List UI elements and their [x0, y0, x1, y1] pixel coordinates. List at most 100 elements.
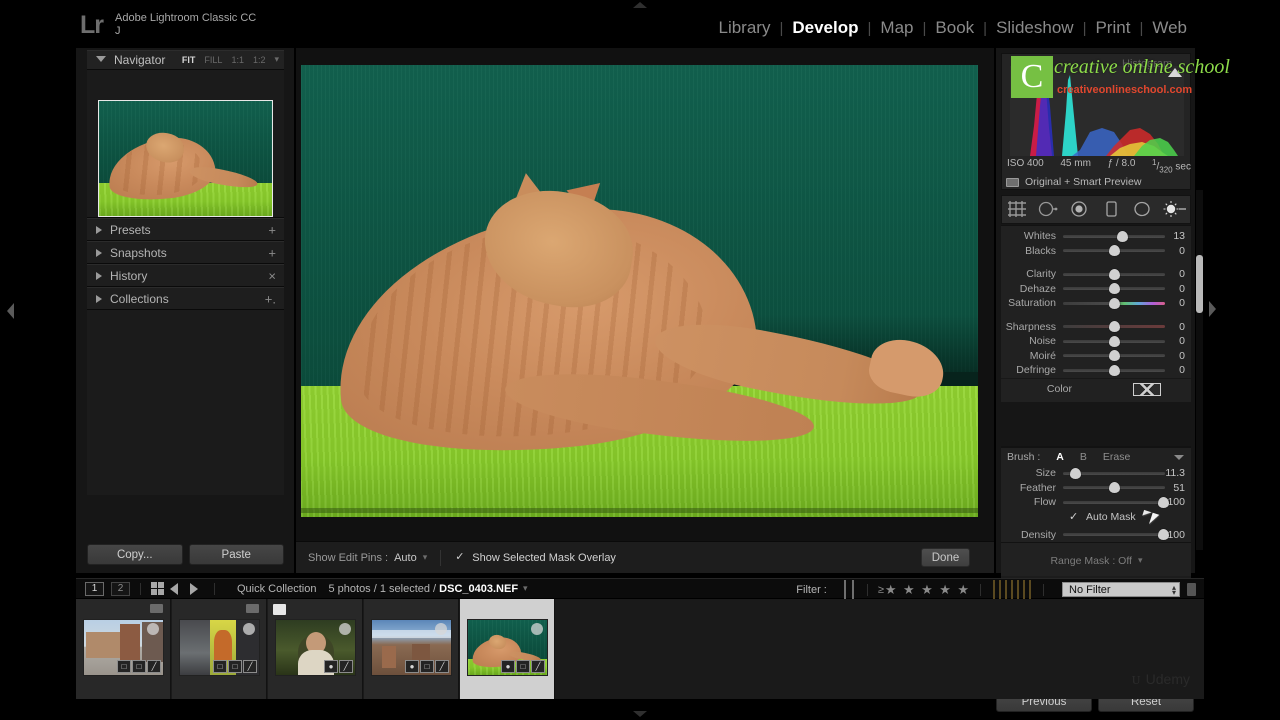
whites-track[interactable] — [1063, 230, 1165, 242]
brush-option-b[interactable]: B — [1080, 451, 1087, 463]
brush-dropdown-icon[interactable] — [1174, 455, 1184, 460]
mask-overlay-checkbox[interactable]: ✓ — [455, 552, 466, 563]
zoom-fill[interactable]: FILL — [204, 55, 222, 65]
module-library[interactable]: Library — [710, 18, 780, 38]
zoom-1-1[interactable]: 1:1 — [231, 55, 244, 65]
slider-row-feather[interactable]: Feather 51 — [1001, 481, 1191, 496]
chevron-right-icon[interactable] — [96, 294, 102, 303]
sidebar-item-snapshots[interactable]: Snapshots + — [87, 241, 284, 264]
clarity-value[interactable]: 0 — [1165, 268, 1191, 280]
develop-badge-icon[interactable]: ╱ — [339, 660, 353, 673]
color-swatch[interactable] — [1133, 382, 1161, 396]
next-photo-icon[interactable] — [190, 582, 198, 595]
brush-badge-icon[interactable]: ● — [405, 660, 419, 673]
flag-unflagged-icon[interactable] — [843, 579, 846, 599]
filmstrip-thumb-2[interactable]: □ □ ╱ — [172, 599, 267, 699]
brush-badge-icon[interactable]: ● — [324, 660, 338, 673]
slider-row-moire[interactable]: Moiré 0 — [1001, 349, 1191, 364]
filter-lock-icon[interactable] — [1187, 583, 1196, 596]
module-slideshow[interactable]: Slideshow — [987, 18, 1083, 38]
adjustment-brush-tool-icon[interactable] — [1163, 200, 1187, 220]
thumb-selection-dot[interactable] — [147, 623, 159, 635]
blacks-knob[interactable] — [1108, 245, 1120, 257]
page-2-button[interactable]: 2 — [111, 581, 130, 596]
brush-option-a[interactable]: A — [1056, 451, 1064, 463]
clear-history-icon[interactable]: × — [268, 269, 276, 282]
add-snapshot-icon[interactable]: + — [268, 246, 276, 259]
thumbnail-image[interactable]: ● □ ╱ — [371, 619, 452, 676]
right-panel-collapse-icon[interactable] — [1209, 301, 1216, 317]
blacks-track[interactable] — [1063, 245, 1165, 257]
filmstrip-thumb-3[interactable]: ● ╱ — [268, 599, 363, 699]
color-label-blue-icon[interactable] — [1011, 579, 1013, 599]
top-panel-handle[interactable] — [633, 2, 647, 8]
feather-track[interactable] — [1063, 482, 1165, 494]
slider-row-density[interactable]: Density 100 — [1001, 528, 1191, 543]
whites-value[interactable]: 13 — [1165, 230, 1191, 242]
chevron-right-icon[interactable] — [96, 225, 102, 234]
star-rating-filter[interactable]: ★ ★ ★ ★ ★ — [884, 581, 970, 599]
main-photo[interactable] — [301, 65, 978, 517]
navigator-header[interactable]: Navigator FIT FILL 1:1 1:2 ▾ — [87, 50, 284, 70]
chevron-right-icon[interactable] — [96, 271, 102, 280]
defringe-value[interactable]: 0 — [1165, 364, 1191, 376]
bottom-panel-handle[interactable] — [633, 711, 647, 717]
flag-badge-icon[interactable]: □ — [228, 660, 242, 673]
dehaze-track[interactable] — [1063, 283, 1165, 295]
add-preset-icon[interactable]: + — [268, 223, 276, 236]
clarity-track[interactable] — [1063, 268, 1165, 280]
feather-value[interactable]: 51 — [1165, 482, 1191, 494]
graduated-filter-tool-icon[interactable] — [1101, 200, 1123, 220]
filmstrip-thumb-1[interactable]: □ □ ╱ — [76, 599, 171, 699]
saturation-track[interactable] — [1063, 297, 1165, 309]
color-label-none-icon[interactable] — [1023, 579, 1025, 599]
paste-button[interactable]: Paste — [188, 544, 284, 565]
sharpness-track[interactable] — [1063, 321, 1165, 333]
clarity-knob[interactable] — [1108, 268, 1120, 280]
brush-badge-icon[interactable]: ● — [501, 660, 515, 673]
slider-row-clarity[interactable]: Clarity 0 — [1001, 267, 1191, 282]
grid-view-icon[interactable] — [151, 582, 164, 595]
defringe-knob[interactable] — [1108, 364, 1120, 376]
module-print[interactable]: Print — [1086, 18, 1139, 38]
sidebar-item-collections[interactable]: Collections +. — [87, 287, 284, 310]
spot-removal-tool-icon[interactable] — [1038, 200, 1060, 220]
slider-row-saturation[interactable]: Saturation 0 — [1001, 296, 1191, 311]
scrollbar-thumb[interactable] — [1196, 255, 1203, 313]
show-edit-pins-value[interactable]: Auto — [394, 552, 417, 564]
star-icon[interactable]: ★ — [939, 582, 951, 597]
module-book[interactable]: Book — [926, 18, 983, 38]
sharpness-knob[interactable] — [1108, 321, 1120, 333]
sharpness-value[interactable]: 0 — [1165, 321, 1191, 333]
slider-row-flow[interactable]: Flow 100 — [1001, 495, 1191, 510]
crop-badge-icon[interactable]: □ — [213, 660, 227, 673]
quick-collection-label[interactable]: Quick Collection — [237, 583, 316, 595]
slider-row-size[interactable]: Size 11.3 — [1001, 466, 1191, 481]
zoom-stepper-icon[interactable]: ▾ — [274, 54, 278, 65]
color-label-red-icon[interactable] — [993, 579, 995, 599]
red-eye-correction-tool-icon[interactable] — [1069, 200, 1091, 220]
flag-badge-icon[interactable]: □ — [132, 660, 146, 673]
module-web[interactable]: Web — [1143, 18, 1196, 38]
color-label-green-icon[interactable] — [1005, 579, 1007, 599]
slider-row-noise[interactable]: Noise 0 — [1001, 334, 1191, 349]
thumb-selection-dot[interactable] — [435, 623, 447, 635]
image-viewer[interactable]: Show Edit Pins : Auto ▾ ✓ Show Selected … — [296, 48, 994, 573]
saturation-knob[interactable] — [1108, 297, 1120, 309]
add-collection-icon[interactable]: +. — [265, 292, 276, 305]
filter-preset-select[interactable]: No Filter ▴ ▾ — [1062, 582, 1180, 597]
filmstrip-thumb-4[interactable]: ● □ ╱ — [364, 599, 459, 699]
size-knob[interactable] — [1069, 467, 1081, 479]
color-row[interactable]: Color — [1001, 377, 1191, 400]
density-track[interactable] — [1063, 529, 1170, 541]
moire-value[interactable]: 0 — [1165, 350, 1191, 362]
done-button[interactable]: Done — [921, 548, 970, 567]
whites-knob[interactable] — [1116, 230, 1128, 242]
edit-pins-stepper-icon[interactable]: ▾ — [423, 552, 427, 563]
zoom-fit[interactable]: FIT — [182, 55, 196, 65]
chevron-down-icon[interactable] — [96, 56, 106, 66]
histogram-panel[interactable]: ISO 400 45 mm ƒ / 8.0 1/320 sec Original… — [1001, 53, 1230, 190]
module-map[interactable]: Map — [871, 18, 922, 38]
develop-badge-icon[interactable]: ╱ — [243, 660, 257, 673]
chevron-right-icon[interactable] — [96, 248, 102, 257]
